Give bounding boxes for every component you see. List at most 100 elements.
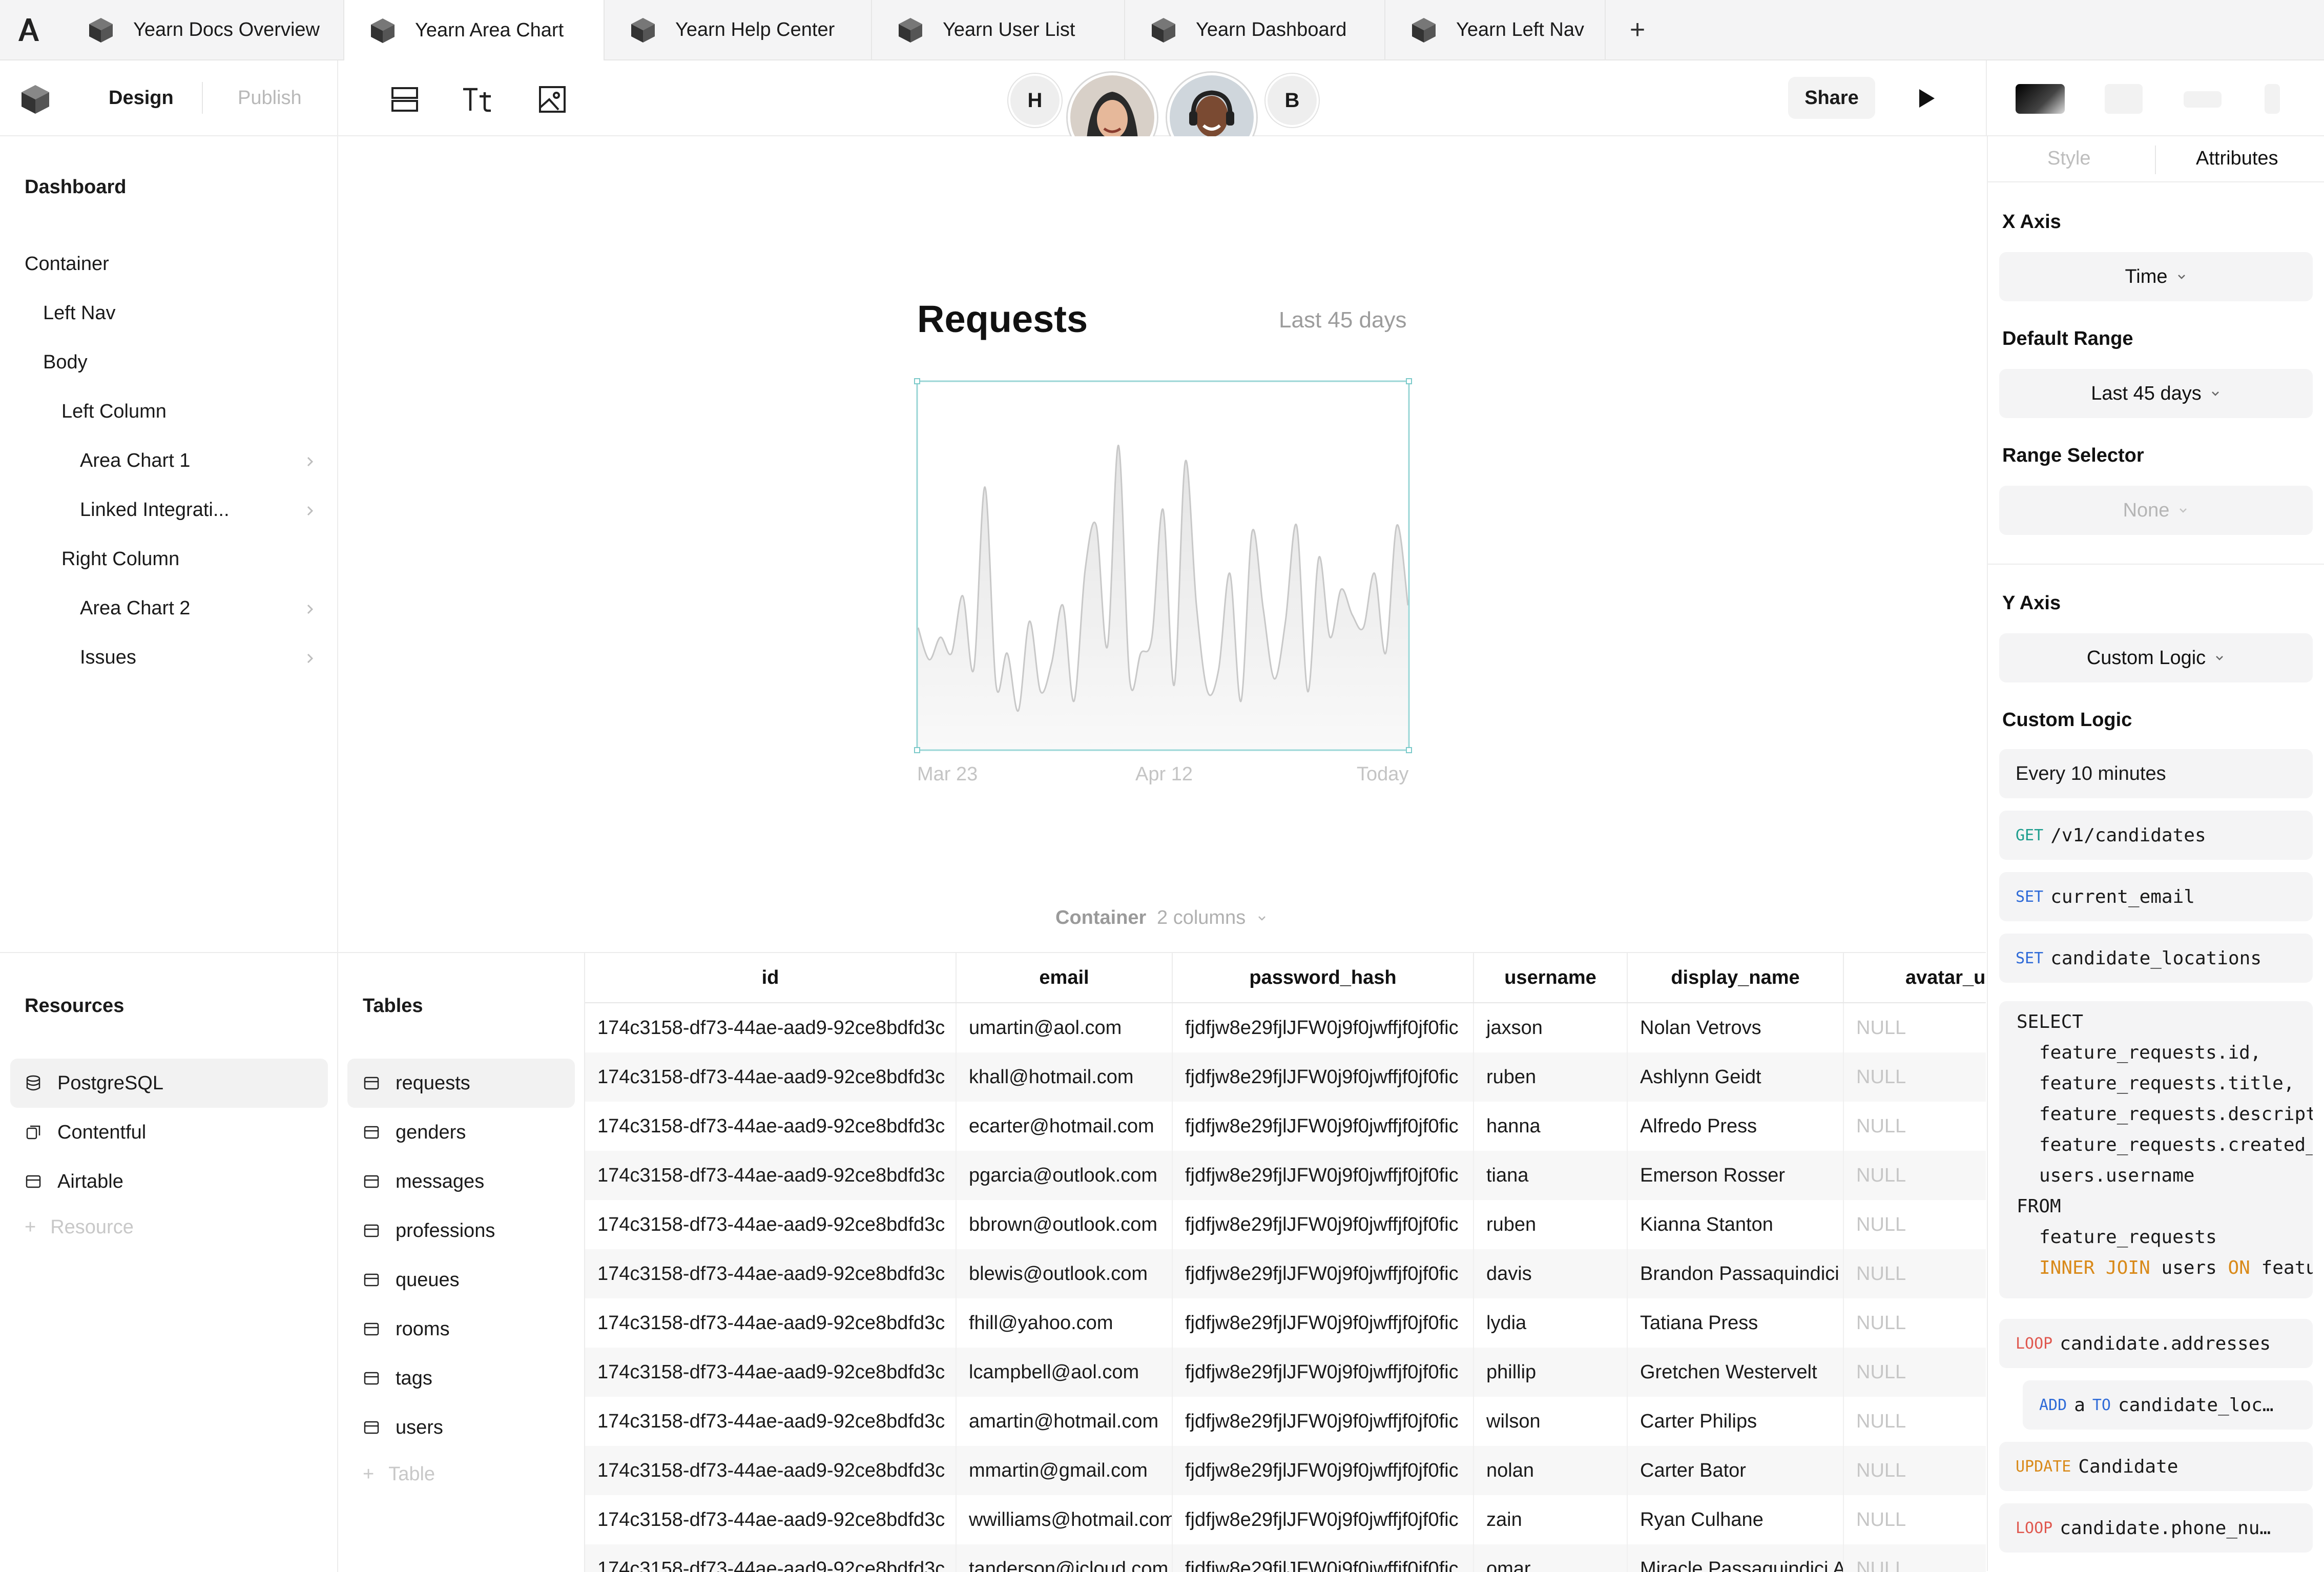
table-cell[interactable]: pgarcia@outlook.com — [956, 1151, 1173, 1200]
table-cell[interactable]: 174c3158-df73-44ae-aad9-92ce8bdfd3c — [585, 1348, 957, 1397]
table-cell[interactable]: lydia — [1474, 1298, 1628, 1348]
table-cell[interactable]: 174c3158-df73-44ae-aad9-92ce8bdfd3c — [585, 1446, 957, 1495]
table-cell[interactable]: NULL — [1843, 1544, 1986, 1572]
column-header[interactable]: id — [585, 953, 957, 1003]
tab-yearn-docs-overview[interactable]: Yearn Docs Overview — [63, 0, 344, 59]
collaborator-avatar[interactable]: B — [1265, 74, 1319, 127]
area-chart[interactable] — [912, 377, 1414, 777]
nav-item-left-nav[interactable]: Left Nav — [43, 302, 116, 324]
table-cell[interactable]: fjdfjw8e29fjlJFW0j9f0jwffjf0jf0fic — [1172, 1298, 1474, 1348]
table-cell[interactable]: fjdfjw8e29fjlJFW0j9f0jwffjf0jf0fic — [1172, 1446, 1474, 1495]
new-tab-plus-icon[interactable]: + — [1621, 13, 1654, 46]
table-cell[interactable]: fhill@yahoo.com — [956, 1298, 1173, 1348]
table-cell[interactable]: 174c3158-df73-44ae-aad9-92ce8bdfd3c — [585, 1102, 957, 1151]
resource-airtable[interactable]: Airtable — [10, 1157, 328, 1206]
table-row[interactable]: 174c3158-df73-44ae-aad9-92ce8bdfd3c khall… — [585, 1052, 1986, 1102]
table-cell[interactable]: ruben — [1474, 1052, 1628, 1102]
resource-contentful[interactable]: Contentful — [10, 1108, 328, 1157]
design-mode-tab[interactable]: Design — [109, 87, 174, 109]
inspector-tab-style[interactable]: Style — [2047, 148, 2090, 170]
add-resource-button[interactable]: + Resource — [25, 1216, 134, 1238]
table-cell[interactable]: davis — [1474, 1249, 1628, 1298]
schedule-row[interactable]: Every 10 minutes — [1999, 749, 2313, 798]
share-button[interactable]: Share — [1788, 77, 1875, 119]
nav-item-right-column[interactable]: Right Column — [61, 548, 179, 570]
table-item-genders[interactable]: genders — [347, 1108, 575, 1157]
logic-step-set-locations[interactable]: SET candidate_locations — [1999, 934, 2313, 983]
column-header[interactable]: avatar_url — [1843, 953, 1986, 1003]
chevron-right-icon[interactable] — [302, 602, 318, 617]
table-cell[interactable]: NULL — [1843, 1249, 1986, 1298]
collaborator-avatar[interactable]: H — [1008, 74, 1062, 127]
table-cell[interactable]: fjdfjw8e29fjlJFW0j9f0jwffjf0jf0fic — [1172, 1544, 1474, 1572]
table-cell[interactable]: wilson — [1474, 1397, 1628, 1446]
table-cell[interactable]: NULL — [1843, 1151, 1986, 1200]
table-cell[interactable]: zain — [1474, 1495, 1628, 1544]
resize-handle[interactable] — [914, 747, 920, 753]
default-range-select[interactable]: Last 45 days — [1999, 369, 2313, 418]
chevron-right-icon[interactable] — [302, 651, 318, 666]
table-cell[interactable]: 174c3158-df73-44ae-aad9-92ce8bdfd3c — [585, 1151, 957, 1200]
table-cell[interactable]: Alfredo Press — [1627, 1102, 1844, 1151]
theme-swatch-light[interactable] — [2105, 84, 2143, 114]
table-item-requests[interactable]: requests — [347, 1059, 575, 1108]
table-row[interactable]: 174c3158-df73-44ae-aad9-92ce8bdfd3c mmart… — [585, 1446, 1986, 1495]
table-cell[interactable]: fjdfjw8e29fjlJFW0j9f0jwffjf0jf0fic — [1172, 1495, 1474, 1544]
project-cube-icon[interactable] — [18, 82, 52, 116]
publish-mode-tab[interactable]: Publish — [238, 87, 302, 109]
nav-item-left-column[interactable]: Left Column — [61, 401, 167, 423]
table-row[interactable]: 174c3158-df73-44ae-aad9-92ce8bdfd3c tande… — [585, 1544, 1986, 1572]
table-item-tags[interactable]: tags — [347, 1354, 575, 1403]
table-cell[interactable]: NULL — [1843, 1348, 1986, 1397]
table-cell[interactable]: 174c3158-df73-44ae-aad9-92ce8bdfd3c — [585, 1200, 957, 1249]
resource-postgresql[interactable]: PostgreSQL — [10, 1059, 328, 1108]
table-cell[interactable]: wwilliams@hotmail.com — [956, 1495, 1173, 1544]
inspector-tab-attributes[interactable]: Attributes — [2196, 148, 2278, 170]
theme-swatch-dark[interactable] — [2016, 84, 2065, 114]
table-cell[interactable]: fjdfjw8e29fjlJFW0j9f0jwffjf0jf0fic — [1172, 1200, 1474, 1249]
table-cell[interactable]: fjdfjw8e29fjlJFW0j9f0jwffjf0jf0fic — [1172, 1003, 1474, 1052]
nav-item-area-chart-1[interactable]: Area Chart 1 — [80, 450, 190, 472]
table-cell[interactable]: jaxson — [1474, 1003, 1628, 1052]
table-cell[interactable]: umartin@aol.com — [956, 1003, 1173, 1052]
table-row[interactable]: 174c3158-df73-44ae-aad9-92ce8bdfd3c ecart… — [585, 1102, 1986, 1151]
table-cell[interactable]: Nolan Vetrovs — [1627, 1003, 1844, 1052]
table-cell[interactable]: omar — [1474, 1544, 1628, 1572]
table-row[interactable]: 174c3158-df73-44ae-aad9-92ce8bdfd3c lcamp… — [585, 1348, 1986, 1397]
add-table-button[interactable]: + Table — [363, 1463, 435, 1485]
tab-yearn-user-list[interactable]: Yearn User List — [872, 0, 1125, 59]
table-cell[interactable]: fjdfjw8e29fjlJFW0j9f0jwffjf0jf0fic — [1172, 1102, 1474, 1151]
table-cell[interactable]: khall@hotmail.com — [956, 1052, 1173, 1102]
table-cell[interactable]: blewis@outlook.com — [956, 1249, 1173, 1298]
table-cell[interactable]: Brandon Passaquindici — [1627, 1249, 1844, 1298]
column-header[interactable]: password_hash — [1172, 953, 1474, 1003]
table-cell[interactable]: 174c3158-df73-44ae-aad9-92ce8bdfd3c — [585, 1495, 957, 1544]
table-cell[interactable]: tanderson@icloud.com — [956, 1544, 1173, 1572]
table-cell[interactable]: Tatiana Press — [1627, 1298, 1844, 1348]
table-item-queues[interactable]: queues — [347, 1255, 575, 1305]
table-cell[interactable]: fjdfjw8e29fjlJFW0j9f0jwffjf0jf0fic — [1172, 1052, 1474, 1102]
table-cell[interactable]: lcampbell@aol.com — [956, 1348, 1173, 1397]
chevron-right-icon[interactable] — [302, 454, 318, 469]
table-item-professions[interactable]: professions — [347, 1206, 575, 1255]
nav-root-dashboard[interactable]: Dashboard — [25, 176, 126, 198]
tab-yearn-dashboard[interactable]: Yearn Dashboard — [1125, 0, 1385, 59]
table-cell[interactable]: bbrown@outlook.com — [956, 1200, 1173, 1249]
logic-step-get[interactable]: GET /v1/candidates — [1999, 811, 2313, 860]
table-cell[interactable]: ruben — [1474, 1200, 1628, 1249]
chevron-right-icon[interactable] — [302, 503, 318, 519]
table-cell[interactable]: NULL — [1843, 1003, 1986, 1052]
table-row[interactable]: 174c3158-df73-44ae-aad9-92ce8bdfd3c fhill… — [585, 1298, 1986, 1348]
table-cell[interactable]: Emerson Rosser — [1627, 1151, 1844, 1200]
table-cell[interactable]: mmartin@gmail.com — [956, 1446, 1173, 1495]
table-cell[interactable]: NULL — [1843, 1495, 1986, 1544]
table-cell[interactable]: 174c3158-df73-44ae-aad9-92ce8bdfd3c — [585, 1052, 957, 1102]
container-columns-select[interactable]: 2 columns — [1157, 907, 1268, 929]
table-cell[interactable]: 174c3158-df73-44ae-aad9-92ce8bdfd3c — [585, 1003, 957, 1052]
nav-item-linked-integrations[interactable]: Linked Integrati... — [80, 499, 230, 521]
table-cell[interactable]: NULL — [1843, 1102, 1986, 1151]
table-item-messages[interactable]: messages — [347, 1157, 575, 1206]
layout-rows-icon[interactable] — [386, 81, 423, 118]
resize-handle[interactable] — [914, 378, 920, 384]
table-cell[interactable]: NULL — [1843, 1397, 1986, 1446]
